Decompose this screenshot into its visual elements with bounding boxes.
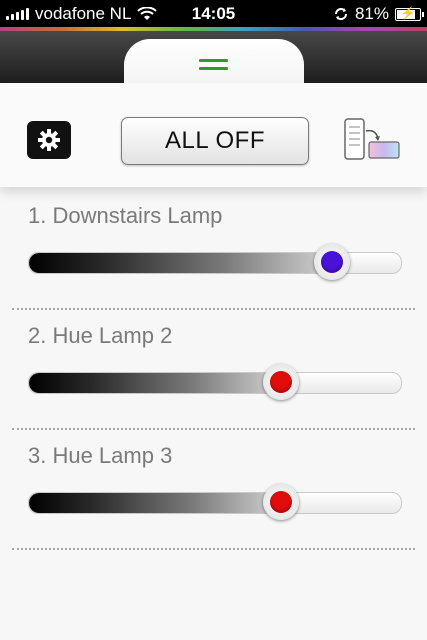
lamp-row-3: 3. Hue Lamp 3 bbox=[0, 443, 427, 563]
battery-icon: ⚡ bbox=[395, 6, 424, 21]
brightness-slider[interactable] bbox=[28, 372, 402, 394]
brightness-slider[interactable] bbox=[28, 492, 402, 514]
status-bar: vodafone NL 14:05 81% ⚡ bbox=[0, 0, 427, 27]
slider-knob[interactable] bbox=[313, 244, 350, 280]
row-divider bbox=[12, 308, 415, 310]
control-panel: ALL OFF bbox=[0, 83, 427, 187]
slider-knob[interactable] bbox=[263, 484, 300, 520]
rainbow-strip bbox=[0, 27, 427, 31]
lamp-name: 2. Hue Lamp 2 bbox=[28, 323, 173, 348]
gear-icon bbox=[38, 129, 60, 151]
lamp-color-dot bbox=[270, 371, 293, 393]
status-right: 81% ⚡ bbox=[333, 4, 424, 24]
settings-button[interactable] bbox=[27, 121, 71, 159]
slider-fill bbox=[29, 253, 333, 273]
rotation-lock-icon bbox=[334, 8, 347, 20]
lamp-name: 3. Hue Lamp 3 bbox=[28, 443, 173, 468]
bridge-link-button[interactable] bbox=[342, 117, 402, 163]
lamp-row-2: 2. Hue Lamp 2 bbox=[0, 323, 427, 443]
lamp-color-dot bbox=[320, 251, 343, 273]
slider-fill bbox=[29, 373, 283, 393]
slider-knob[interactable] bbox=[263, 364, 300, 400]
lamp-row-1: 1. Downstairs Lamp bbox=[0, 203, 427, 323]
row-divider bbox=[12, 428, 415, 430]
slider-fill bbox=[29, 493, 283, 513]
row-divider bbox=[12, 548, 415, 550]
lamp-name: 1. Downstairs Lamp bbox=[28, 203, 223, 228]
bridge-link-icon bbox=[344, 118, 400, 160]
top-bar bbox=[0, 27, 427, 99]
all-off-button[interactable]: ALL OFF bbox=[121, 117, 309, 165]
menu-handle-icon[interactable] bbox=[199, 59, 228, 75]
battery-percent: 81% bbox=[354, 4, 389, 23]
lamp-color-dot bbox=[270, 491, 293, 513]
